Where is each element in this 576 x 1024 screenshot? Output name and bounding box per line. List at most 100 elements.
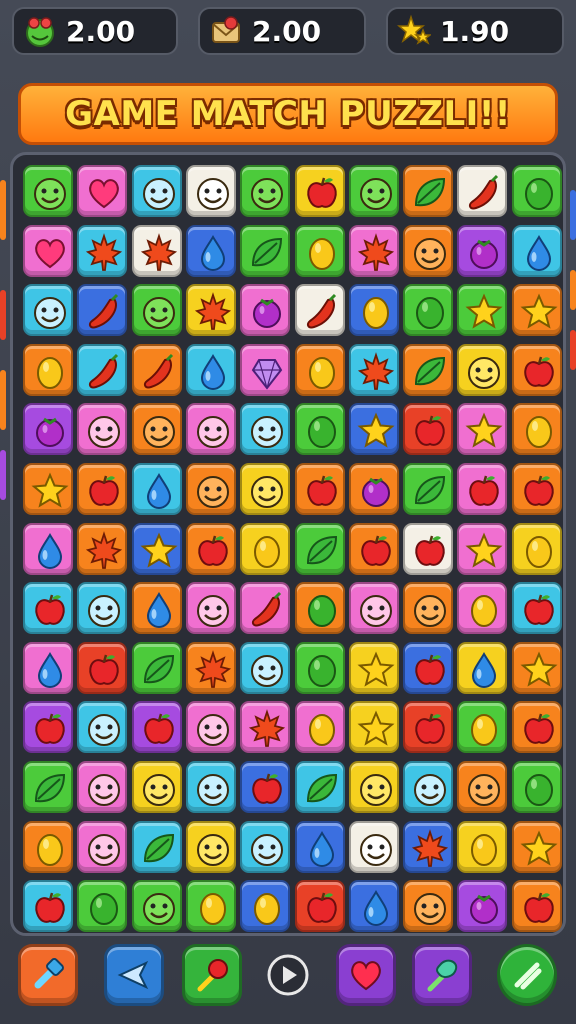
board-tile[interactable] [23, 701, 73, 754]
board-tile[interactable] [294, 284, 345, 337]
board-tile[interactable] [348, 284, 399, 337]
board-tile[interactable] [240, 224, 291, 277]
board-tile[interactable] [77, 761, 128, 813]
pin-tool-button[interactable] [182, 944, 242, 1006]
board-tile[interactable] [77, 880, 128, 933]
board-tile[interactable] [240, 165, 291, 217]
board-tile[interactable] [348, 880, 399, 933]
board-tile[interactable] [240, 880, 291, 933]
board-tile[interactable] [185, 284, 236, 337]
board-tile[interactable] [77, 165, 128, 217]
board-tile[interactable] [185, 701, 236, 754]
board-tile[interactable] [131, 224, 182, 277]
board-tile[interactable] [457, 522, 508, 575]
board-tile[interactable] [511, 641, 562, 694]
board-tile[interactable] [403, 761, 454, 813]
board-tile[interactable] [77, 701, 128, 754]
board-tile[interactable] [240, 284, 291, 337]
board-tile[interactable] [131, 880, 182, 933]
board-tile[interactable] [294, 224, 345, 277]
board-tile[interactable] [131, 343, 182, 396]
board-tile[interactable] [403, 820, 454, 873]
board-tile[interactable] [403, 701, 454, 754]
board-tile[interactable] [294, 880, 345, 933]
board-tile[interactable] [240, 463, 291, 515]
board-tile[interactable] [403, 224, 454, 277]
board-tile[interactable] [240, 641, 291, 694]
back-arrow-button[interactable] [104, 944, 164, 1006]
board-tile[interactable] [348, 522, 399, 575]
board-tile[interactable] [348, 463, 399, 515]
board-tile[interactable] [348, 165, 399, 217]
board-tile[interactable] [403, 522, 454, 575]
board-tile[interactable] [348, 641, 399, 694]
board-tile[interactable] [457, 641, 508, 694]
board-tile[interactable] [23, 641, 73, 694]
board-tile[interactable] [185, 403, 236, 456]
board-tile[interactable] [511, 463, 562, 515]
board-tile[interactable] [348, 224, 399, 277]
hammer-tool-button[interactable] [18, 944, 78, 1006]
board-tile[interactable] [23, 820, 73, 873]
confirm-button[interactable] [497, 944, 557, 1006]
board-tile[interactable] [131, 165, 182, 217]
board-tile[interactable] [294, 463, 345, 515]
board-tile[interactable] [348, 403, 399, 456]
board-tile[interactable] [77, 284, 128, 337]
board-tile[interactable] [457, 463, 508, 515]
board-tile[interactable] [131, 403, 182, 456]
board-tile[interactable] [240, 343, 291, 396]
board-tile[interactable] [511, 880, 562, 933]
board-tile[interactable] [457, 701, 508, 754]
board-tile[interactable] [348, 820, 399, 873]
board-tile[interactable] [77, 582, 128, 635]
board-tile[interactable] [131, 463, 182, 515]
board-tile[interactable] [23, 284, 73, 337]
board-tile[interactable] [403, 641, 454, 694]
board-tile[interactable] [294, 761, 345, 813]
board-tile[interactable] [511, 820, 562, 873]
board-tile[interactable] [185, 761, 236, 813]
board-tile[interactable] [131, 641, 182, 694]
board-tile[interactable] [23, 343, 73, 396]
wand-tool-button[interactable] [412, 944, 472, 1006]
board-tile[interactable] [511, 701, 562, 754]
board-tile[interactable] [185, 463, 236, 515]
board-tile[interactable] [511, 165, 562, 217]
board-tile[interactable] [77, 463, 128, 515]
board-tile[interactable] [348, 343, 399, 396]
board-tile[interactable] [240, 403, 291, 456]
board-tile[interactable] [457, 165, 508, 217]
board-tile[interactable] [511, 522, 562, 575]
board-tile[interactable] [511, 224, 562, 277]
board-tile[interactable] [294, 641, 345, 694]
board-tile[interactable] [457, 880, 508, 933]
board-tile[interactable] [185, 582, 236, 635]
board-tile[interactable] [77, 820, 128, 873]
board-tile[interactable] [240, 582, 291, 635]
board-tile[interactable] [403, 284, 454, 337]
board-tile[interactable] [185, 641, 236, 694]
board-tile[interactable] [77, 224, 128, 277]
board-tile[interactable] [294, 343, 345, 396]
board-tile[interactable] [294, 701, 345, 754]
board-tile[interactable] [185, 820, 236, 873]
board-tile[interactable] [457, 582, 508, 635]
board-tile[interactable] [348, 761, 399, 813]
board-tile[interactable] [457, 820, 508, 873]
board-tile[interactable] [294, 403, 345, 456]
play-button[interactable] [258, 944, 318, 1006]
board-tile[interactable] [77, 343, 128, 396]
board-tile[interactable] [511, 582, 562, 635]
board-tile[interactable] [511, 343, 562, 396]
board-tile[interactable] [185, 165, 236, 217]
board-tile[interactable] [240, 820, 291, 873]
board-tile[interactable] [23, 522, 73, 575]
board-tile[interactable] [23, 403, 73, 456]
board-tile[interactable] [403, 403, 454, 456]
board-tile[interactable] [23, 463, 73, 515]
board-tile[interactable] [77, 522, 128, 575]
board-tile[interactable] [240, 701, 291, 754]
board-tile[interactable] [457, 343, 508, 396]
board-tile[interactable] [185, 522, 236, 575]
